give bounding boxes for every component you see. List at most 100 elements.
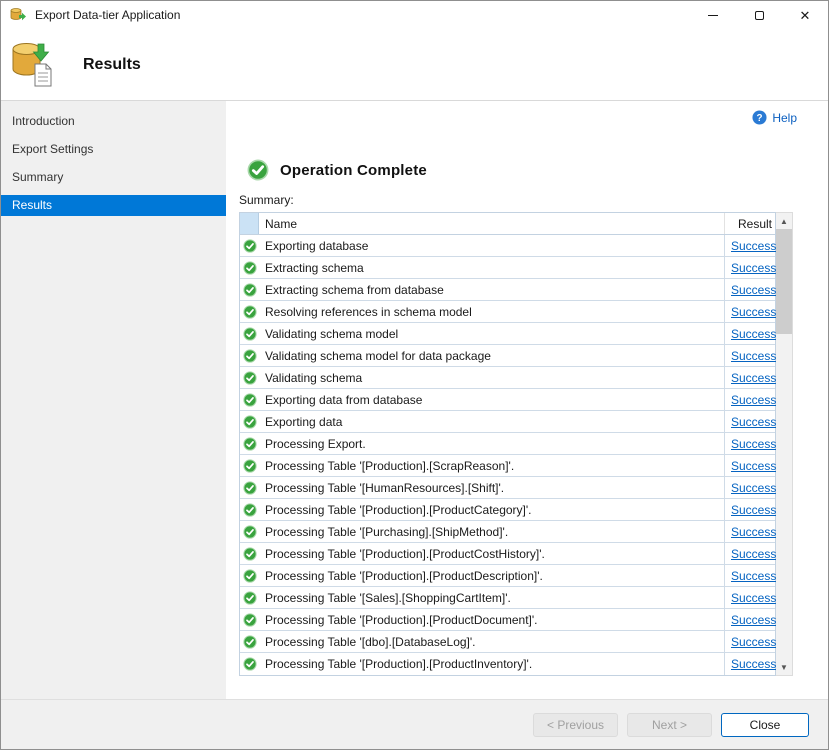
table-row[interactable]: Processing Table '[Production].[ProductC…: [240, 543, 775, 565]
step-name: Processing Table '[Production].[ProductI…: [259, 653, 725, 675]
svg-text:?: ?: [757, 113, 763, 124]
success-link[interactable]: Success: [731, 481, 776, 495]
success-check-icon: [240, 323, 259, 344]
result-cell: Success: [725, 389, 775, 410]
success-link[interactable]: Success: [731, 261, 776, 275]
close-wizard-button[interactable]: Close: [721, 713, 809, 737]
name-column-header[interactable]: Name: [259, 213, 725, 234]
success-check-icon: [240, 411, 259, 432]
sidebar-item-export-settings[interactable]: Export Settings: [1, 139, 226, 160]
sidebar-item-summary[interactable]: Summary: [1, 167, 226, 188]
table-row[interactable]: Validating schema Success: [240, 367, 775, 389]
help-link[interactable]: ? Help: [752, 110, 797, 125]
table-row[interactable]: Processing Table '[Production].[ProductI…: [240, 653, 775, 675]
success-link[interactable]: Success: [731, 349, 776, 363]
step-name: Processing Table '[Production].[ProductC…: [259, 543, 725, 564]
export-data-tier-window: Export Data-tier Application ✕ Results I…: [0, 0, 829, 750]
sidebar-item-results[interactable]: Results: [1, 195, 226, 216]
table-row[interactable]: Processing Table '[Purchasing].[ShipMeth…: [240, 521, 775, 543]
window-controls: ✕: [690, 1, 828, 29]
table-row[interactable]: Processing Table '[Sales].[ShoppingCartI…: [240, 587, 775, 609]
success-check-icon: [240, 521, 259, 542]
success-check-icon: [247, 159, 269, 181]
scroll-down-button[interactable]: ▼: [776, 659, 792, 675]
success-check-icon: [240, 477, 259, 498]
success-link[interactable]: Success: [731, 503, 776, 517]
step-name: Validating schema model: [259, 323, 725, 344]
table-row[interactable]: Validating schema model for data package…: [240, 345, 775, 367]
table-row[interactable]: Exporting data Success: [240, 411, 775, 433]
success-check-icon: [240, 587, 259, 608]
icon-column-header[interactable]: [240, 213, 259, 234]
sidebar-item-introduction[interactable]: Introduction: [1, 111, 226, 132]
table-row[interactable]: Extracting schema Success: [240, 257, 775, 279]
success-link[interactable]: Success: [731, 547, 776, 561]
success-link[interactable]: Success: [731, 393, 776, 407]
table-row[interactable]: Validating schema model Success: [240, 323, 775, 345]
step-name: Extracting schema: [259, 257, 725, 278]
table-row[interactable]: Processing Table '[Production].[ScrapRea…: [240, 455, 775, 477]
scrollbar-track[interactable]: [776, 229, 792, 659]
result-cell: Success: [725, 631, 775, 652]
minimize-button[interactable]: [690, 1, 736, 29]
result-cell: Success: [725, 301, 775, 322]
step-name: Extracting schema from database: [259, 279, 725, 300]
result-cell: Success: [725, 477, 775, 498]
step-name: Processing Table '[Production].[ScrapRea…: [259, 455, 725, 476]
success-check-icon: [240, 609, 259, 630]
results-table-body: Exporting database Success Extracting sc…: [240, 235, 775, 675]
success-link[interactable]: Success: [731, 657, 776, 671]
success-link[interactable]: Success: [731, 327, 776, 341]
wizard-body: Introduction Export Settings Summary Result…: [1, 101, 828, 699]
success-link[interactable]: Success: [731, 415, 776, 429]
result-cell: Success: [725, 367, 775, 388]
table-row[interactable]: Exporting database Success: [240, 235, 775, 257]
table-row[interactable]: Processing Table '[Production].[ProductD…: [240, 565, 775, 587]
success-link[interactable]: Success: [731, 437, 776, 451]
success-check-icon: [240, 565, 259, 586]
success-link[interactable]: Success: [731, 569, 776, 583]
table-row[interactable]: Processing Table '[dbo].[DatabaseLog]'. …: [240, 631, 775, 653]
table-row[interactable]: Extracting schema from database Success: [240, 279, 775, 301]
main-content: ? Help Operation Complete Summary:: [226, 101, 828, 699]
vertical-scrollbar[interactable]: ▲ ▼: [776, 212, 793, 676]
success-check-icon: [240, 433, 259, 454]
table-row[interactable]: Resolving references in schema model Suc…: [240, 301, 775, 323]
table-row[interactable]: Processing Table '[Production].[ProductC…: [240, 499, 775, 521]
step-name: Processing Table '[Production].[ProductD…: [259, 609, 725, 630]
result-cell: Success: [725, 609, 775, 630]
success-link[interactable]: Success: [731, 525, 776, 539]
success-link[interactable]: Success: [731, 305, 776, 319]
success-link[interactable]: Success: [731, 591, 776, 605]
result-column-header[interactable]: Result: [725, 213, 775, 234]
result-cell: Success: [725, 411, 775, 432]
close-button[interactable]: ✕: [782, 1, 828, 29]
chevron-down-icon: ▼: [780, 663, 788, 672]
table-row[interactable]: Processing Table '[Production].[ProductD…: [240, 609, 775, 631]
success-link[interactable]: Success: [731, 239, 776, 253]
result-cell: Success: [725, 257, 775, 278]
table-header-row: Name Result: [240, 213, 775, 235]
help-label: Help: [772, 111, 797, 125]
success-link[interactable]: Success: [731, 635, 776, 649]
table-row[interactable]: Exporting data from database Success: [240, 389, 775, 411]
previous-button[interactable]: < Previous: [533, 713, 618, 737]
result-cell: Success: [725, 521, 775, 542]
step-name: Processing Table '[dbo].[DatabaseLog]'.: [259, 631, 725, 652]
next-button[interactable]: Next >: [627, 713, 712, 737]
result-cell: Success: [725, 499, 775, 520]
table-row[interactable]: Processing Export. Success: [240, 433, 775, 455]
scroll-up-button[interactable]: ▲: [776, 213, 792, 229]
table-row[interactable]: Processing Table '[HumanResources].[Shif…: [240, 477, 775, 499]
success-link[interactable]: Success: [731, 459, 776, 473]
maximize-button[interactable]: [736, 1, 782, 29]
step-name: Processing Table '[Sales].[ShoppingCartI…: [259, 587, 725, 608]
close-icon: ✕: [800, 9, 811, 22]
page-title: Results: [83, 56, 141, 74]
success-link[interactable]: Success: [731, 283, 776, 297]
success-check-icon: [240, 543, 259, 564]
step-name: Processing Table '[Production].[ProductC…: [259, 499, 725, 520]
scrollbar-thumb[interactable]: [776, 229, 792, 334]
success-link[interactable]: Success: [731, 371, 776, 385]
success-link[interactable]: Success: [731, 613, 776, 627]
